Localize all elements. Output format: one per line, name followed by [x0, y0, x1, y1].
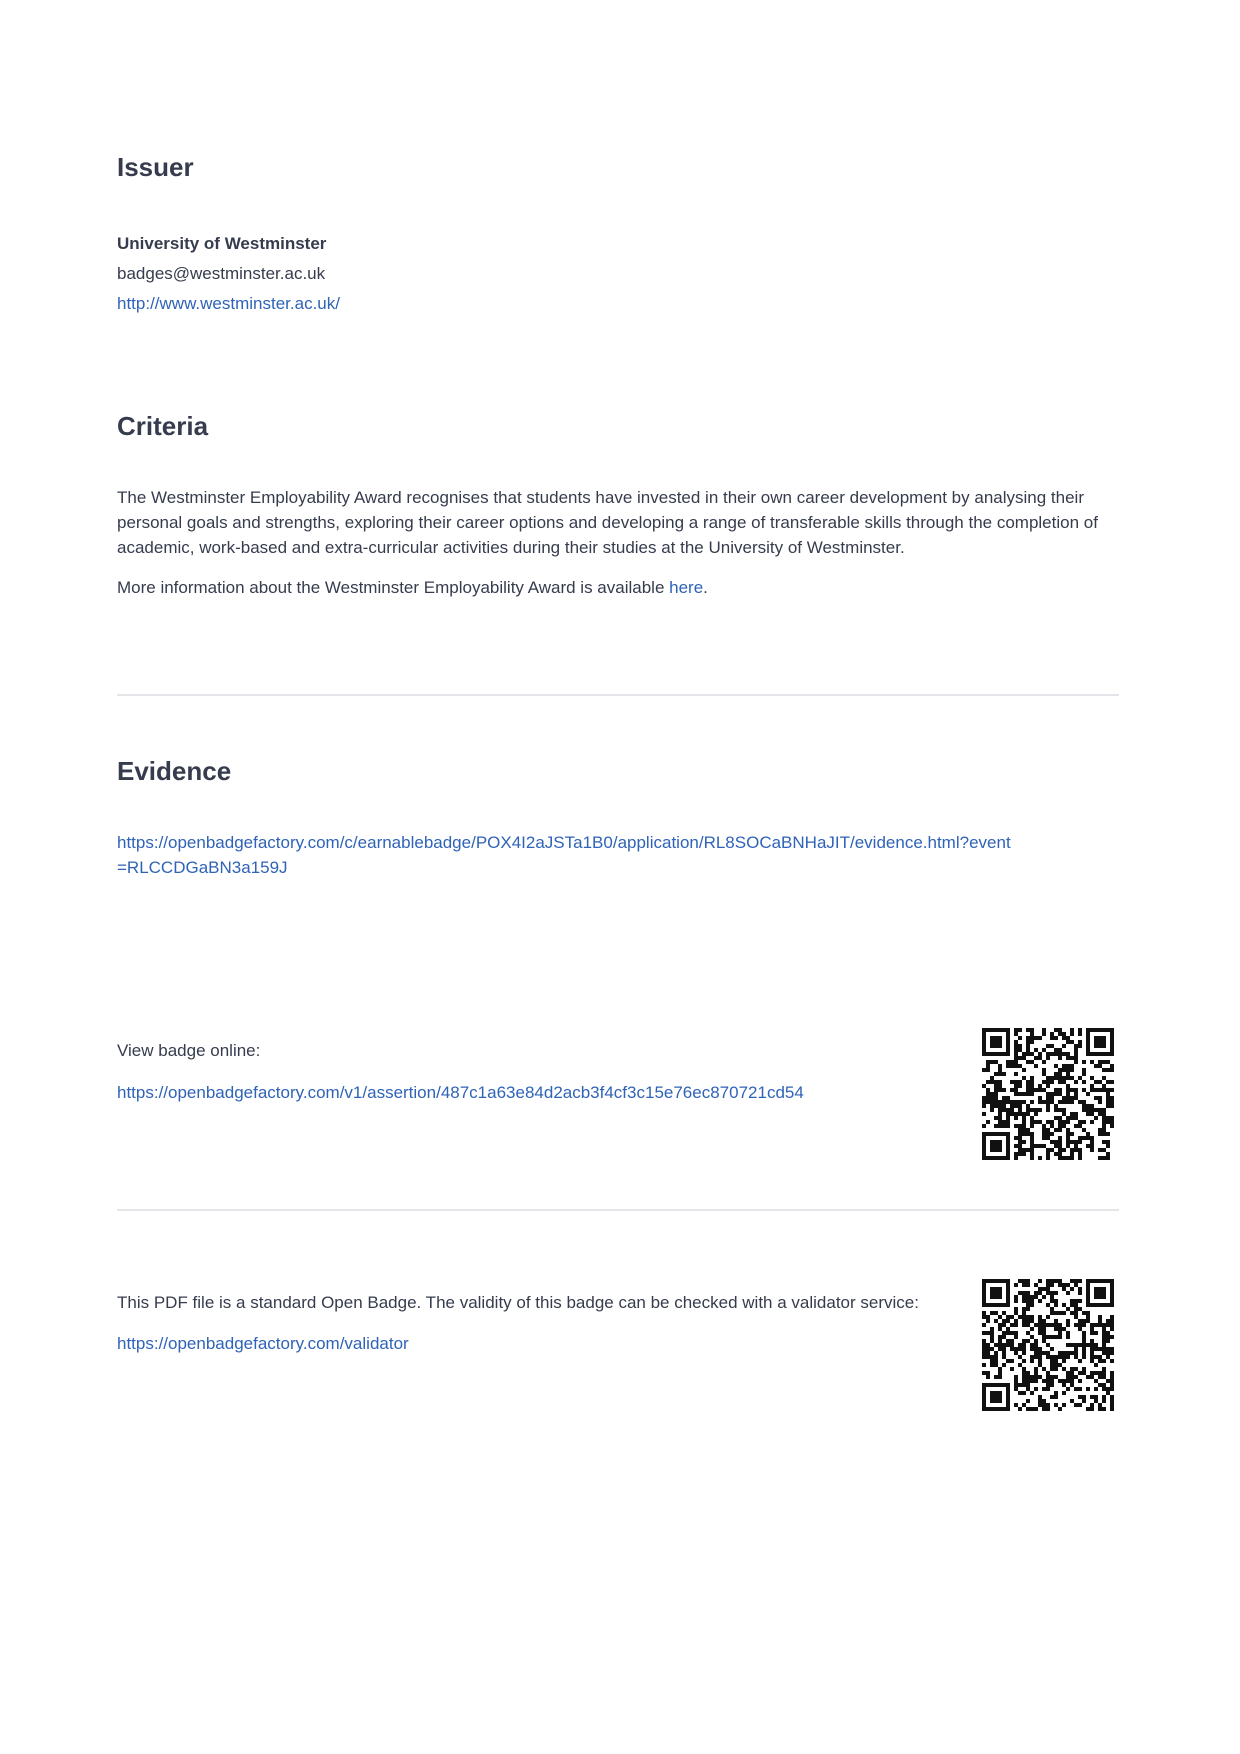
qr-code-icon[interactable]	[982, 1279, 1114, 1411]
more-info-suffix: .	[703, 578, 708, 597]
criteria-paragraph: The Westminster Employability Award reco…	[117, 488, 1098, 557]
view-online-url-link[interactable]: https://openbadgefactory.com/v1/assertio…	[117, 1080, 804, 1105]
criteria-heading: Criteria	[117, 411, 209, 441]
issuer-name: University of Westminster	[117, 234, 327, 253]
more-info-link[interactable]: here	[669, 578, 703, 597]
qr-code-icon[interactable]	[982, 1028, 1114, 1160]
evidence-heading: Evidence	[117, 756, 232, 786]
view-online-label: View badge online:	[117, 1041, 261, 1060]
issuer-url-link[interactable]: http://www.westminster.ac.uk/	[117, 291, 340, 316]
divider	[117, 694, 1119, 696]
validator-url-link[interactable]: https://openbadgefactory.com/validator	[117, 1331, 409, 1356]
divider	[117, 1209, 1119, 1211]
evidence-url-link[interactable]: https://openbadgefactory.com/c/earnableb…	[117, 830, 1017, 880]
issuer-email: badges@westminster.ac.uk	[117, 264, 326, 283]
validator-text: This PDF file is a standard Open Badge. …	[117, 1293, 919, 1312]
more-info-prefix: More information about the Westminster E…	[117, 578, 670, 597]
issuer-heading: Issuer	[117, 152, 194, 182]
criteria-more-info: More information about the Westminster E…	[117, 575, 1119, 600]
